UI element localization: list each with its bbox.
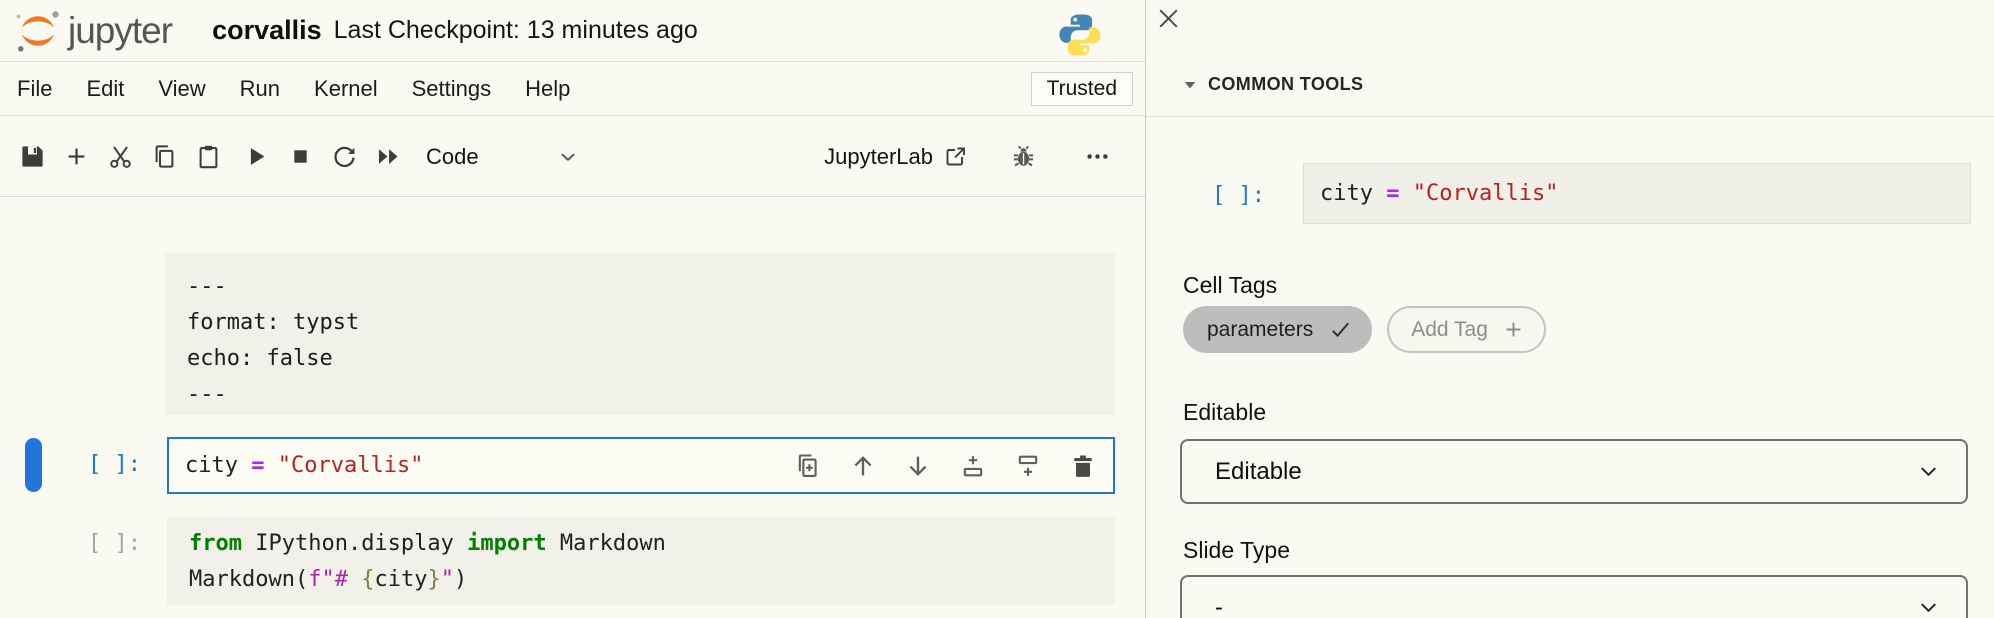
raw-cell-source: --- format: typst echo: false --- bbox=[165, 253, 1115, 429]
active-cell-preview: city = "Corvallis" bbox=[1303, 163, 1971, 224]
menu-bar: File Edit View Run Kernel Settings Help … bbox=[0, 63, 1145, 116]
caret-down-icon bbox=[1183, 78, 1197, 92]
add-tag-label: Add Tag bbox=[1411, 318, 1488, 342]
menu-settings[interactable]: Settings bbox=[395, 70, 509, 108]
run-icon bbox=[243, 143, 270, 170]
move-down-icon[interactable] bbox=[904, 452, 932, 480]
execution-prompt: [ ]: bbox=[88, 531, 141, 556]
restart-kernel-button[interactable] bbox=[322, 135, 366, 179]
fast-forward-icon bbox=[375, 143, 402, 170]
menu-view[interactable]: View bbox=[141, 70, 222, 108]
copy-icon bbox=[151, 143, 178, 170]
section-title: COMMON TOOLS bbox=[1208, 74, 1363, 95]
delete-cell-icon[interactable] bbox=[1069, 452, 1097, 480]
section-separator bbox=[1146, 116, 1994, 117]
menu-kernel[interactable]: Kernel bbox=[297, 70, 395, 108]
plus-icon bbox=[63, 143, 90, 170]
jupyter-logo-text: jupyter bbox=[68, 10, 172, 52]
execution-prompt: [ ]: bbox=[88, 452, 141, 477]
raw-cell[interactable]: --- format: typst echo: false --- bbox=[165, 253, 1115, 415]
python-logo-icon bbox=[1056, 11, 1104, 59]
ellipsis-icon bbox=[1084, 143, 1111, 170]
editable-select[interactable]: Editable bbox=[1180, 439, 1968, 504]
code-cell[interactable]: from IPython.display import Markdown Mar… bbox=[167, 517, 1115, 605]
panel-divider bbox=[1145, 0, 1146, 618]
cell-tags-label: Cell Tags bbox=[1183, 272, 1277, 299]
code-line: from IPython.display import Markdown bbox=[189, 526, 1093, 562]
more-commands-button[interactable] bbox=[1075, 135, 1119, 179]
editable-value: Editable bbox=[1215, 458, 1302, 486]
cut-icon bbox=[107, 143, 134, 170]
copy-cells-button[interactable] bbox=[142, 135, 186, 179]
menu-edit[interactable]: Edit bbox=[69, 70, 141, 108]
cell-type-value: Code bbox=[426, 144, 479, 170]
common-tools-section-header[interactable]: COMMON TOOLS bbox=[1183, 74, 1363, 95]
preview-code: city = "Corvallis" bbox=[1320, 181, 1558, 206]
cell-type-dropdown[interactable]: Code bbox=[426, 144, 579, 170]
close-icon bbox=[1156, 6, 1181, 31]
notebook-header: jupyter corvallis Last Checkpoint: 13 mi… bbox=[0, 0, 1145, 62]
run-all-cells-button[interactable] bbox=[366, 135, 410, 179]
tag-label: parameters bbox=[1207, 318, 1313, 342]
paste-cells-button[interactable] bbox=[186, 135, 230, 179]
jupyter-app: jupyter corvallis Last Checkpoint: 13 mi… bbox=[0, 0, 1994, 618]
code-line: city = "Corvallis" bbox=[169, 453, 423, 478]
cell-toolbar bbox=[794, 439, 1097, 492]
insert-below-icon[interactable] bbox=[1014, 452, 1042, 480]
chevron-down-icon bbox=[1917, 596, 1940, 618]
menu-help[interactable]: Help bbox=[508, 70, 587, 108]
insert-cell-button[interactable] bbox=[54, 135, 98, 179]
external-link-icon bbox=[943, 145, 967, 169]
paste-icon bbox=[195, 143, 222, 170]
code-cell-source: from IPython.display import Markdown Mar… bbox=[167, 517, 1115, 607]
chevron-down-icon bbox=[557, 146, 579, 168]
restart-icon bbox=[331, 143, 358, 170]
chevron-down-icon bbox=[1917, 460, 1940, 483]
insert-above-icon[interactable] bbox=[959, 452, 987, 480]
slide-type-label: Slide Type bbox=[1183, 537, 1290, 564]
close-panel-button[interactable] bbox=[1152, 2, 1184, 34]
code-line: --- bbox=[187, 377, 1093, 413]
duplicate-cell-icon[interactable] bbox=[794, 452, 822, 480]
debugger-button[interactable] bbox=[1001, 135, 1045, 179]
plus-icon bbox=[1503, 319, 1524, 340]
open-in-jupyterlab-link[interactable]: JupyterLab bbox=[824, 144, 967, 170]
code-line: format: typst bbox=[187, 305, 1093, 341]
code-line: echo: false bbox=[187, 341, 1093, 377]
jupyterlab-label: JupyterLab bbox=[824, 144, 933, 170]
menu-file[interactable]: File bbox=[0, 70, 69, 108]
trusted-button[interactable]: Trusted bbox=[1031, 72, 1133, 106]
code-line: --- bbox=[187, 269, 1093, 305]
cut-cells-button[interactable] bbox=[98, 135, 142, 179]
code-line: Markdown(f"# {city}") bbox=[189, 562, 1093, 598]
save-icon bbox=[19, 143, 46, 170]
notebook-title[interactable]: corvallis bbox=[212, 15, 322, 46]
jupyter-logo-icon bbox=[14, 7, 62, 55]
run-cell-button[interactable] bbox=[234, 135, 278, 179]
move-up-icon[interactable] bbox=[849, 452, 877, 480]
cell-collapser[interactable] bbox=[25, 438, 42, 492]
tag-parameters[interactable]: parameters bbox=[1183, 306, 1372, 353]
menu-run[interactable]: Run bbox=[223, 70, 297, 108]
checkpoint-status: Last Checkpoint: 13 minutes ago bbox=[334, 16, 698, 45]
preview-prompt: [ ]: bbox=[1212, 183, 1265, 208]
slide-type-select[interactable]: - bbox=[1180, 575, 1968, 618]
selected-code-cell[interactable]: city = "Corvallis" bbox=[167, 437, 1115, 494]
check-icon bbox=[1329, 318, 1352, 341]
add-tag-button[interactable]: Add Tag bbox=[1387, 306, 1546, 353]
save-button[interactable] bbox=[10, 135, 54, 179]
stop-icon bbox=[287, 143, 314, 170]
slide-type-value: - bbox=[1215, 594, 1223, 618]
cell-tags-row: parameters Add Tag bbox=[1183, 306, 1546, 353]
editable-label: Editable bbox=[1183, 399, 1266, 426]
interrupt-kernel-button[interactable] bbox=[278, 135, 322, 179]
bug-icon bbox=[1010, 143, 1037, 170]
notebook-toolbar: Code JupyterLab bbox=[0, 117, 1145, 197]
